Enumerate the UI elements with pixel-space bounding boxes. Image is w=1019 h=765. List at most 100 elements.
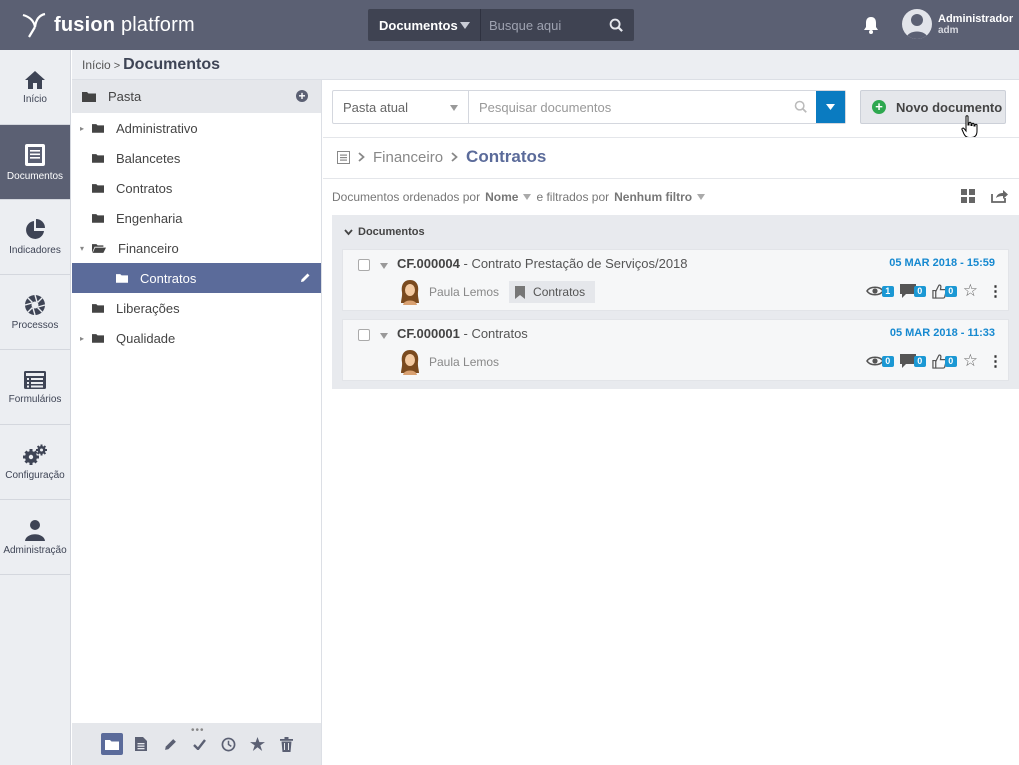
document-row[interactable]: CF.000001 - Contratos 05 MAR 2018 - 11:3… [342, 319, 1009, 381]
document-author: Paula Lemos [399, 349, 499, 375]
nav-label: Formulários [8, 393, 62, 405]
nav-label: Documentos [6, 170, 64, 182]
document-expand-icon[interactable] [380, 333, 388, 339]
expand-arrow-icon[interactable]: ▸ [80, 124, 90, 133]
grid-view-icon[interactable] [961, 189, 975, 203]
user-name: Administrador [938, 12, 1014, 25]
pencil-icon [164, 738, 176, 750]
document-checkbox[interactable] [358, 259, 370, 271]
recent-view-button[interactable] [217, 733, 239, 755]
view-toolbar [961, 189, 1009, 203]
nav-configuracao[interactable]: Configuração [0, 425, 70, 500]
document-tag[interactable]: Contratos [509, 281, 596, 303]
nav-documentos[interactable]: Documentos [0, 125, 70, 200]
trash-view-button[interactable] [275, 733, 297, 755]
admin-user-icon [25, 519, 45, 541]
nav-formularios[interactable]: Formulários [0, 350, 70, 425]
document-actions: 0 0 0 ☆ ⋮ [865, 352, 1003, 369]
folder-item-engenharia[interactable]: Engenharia [72, 203, 321, 233]
folder-icon [82, 92, 96, 102]
list-view-icon[interactable] [337, 150, 350, 164]
folder-item-administrativo[interactable]: ▸ Administrativo [72, 113, 321, 143]
advanced-search-dropdown-button[interactable] [816, 91, 845, 123]
search-type-select[interactable]: Documentos [368, 9, 481, 41]
document-title[interactable]: CF.000001 - Contratos [397, 326, 528, 341]
document-row[interactable]: CF.000004 - Contrato Prestação de Serviç… [342, 249, 1009, 311]
folder-label: Contratos [140, 270, 197, 286]
breadcrumb: Início > Documentos [72, 50, 1019, 80]
chevron-down-icon [460, 22, 470, 29]
share-export-icon[interactable] [991, 189, 1009, 203]
search-icon[interactable] [794, 100, 808, 117]
breadcrumb-home-link[interactable]: Início [82, 58, 111, 72]
document-checkbox[interactable] [358, 329, 370, 341]
folders-view-button[interactable] [101, 733, 123, 755]
global-search-input[interactable]: Busque aqui [481, 9, 598, 41]
nav-inicio[interactable]: Início [0, 50, 70, 125]
app-logo[interactable]: fusion platform [20, 10, 195, 40]
folder-item-balancetes[interactable]: Balancetes [72, 143, 321, 173]
folder-label: Balancetes [116, 150, 181, 166]
add-folder-icon[interactable]: + [296, 90, 308, 102]
favorites-view-button[interactable] [246, 733, 268, 755]
resize-grip-icon[interactable]: ••• [191, 725, 205, 736]
likes-counter[interactable]: 0 [932, 283, 957, 299]
author-name: Paula Lemos [429, 355, 500, 369]
nav-label: Administração [3, 544, 67, 556]
comments-counter[interactable]: 0 [899, 354, 926, 368]
search-scope-select[interactable]: Pasta atual [333, 91, 469, 123]
folder-label: Contratos [116, 180, 173, 196]
likes-counter[interactable]: 0 [932, 353, 957, 369]
document-expand-icon[interactable] [380, 263, 388, 269]
search-icon[interactable] [598, 9, 634, 41]
folder-item-contratos-selected[interactable]: Contratos [72, 263, 321, 293]
divider [323, 178, 1019, 179]
favorite-star-icon[interactable]: ☆ [963, 282, 978, 299]
views-counter[interactable]: 0 [865, 355, 894, 367]
approved-view-button[interactable] [188, 733, 210, 755]
path-parent-link[interactable]: Financeiro [373, 149, 443, 166]
edit-folder-pencil-icon[interactable] [299, 272, 311, 287]
top-bar: fusion platform Documentos Busque aqui A… [0, 0, 1019, 50]
documents-group-header[interactable]: Documentos [344, 226, 425, 238]
chevron-down-icon[interactable] [697, 194, 706, 200]
expand-arrow-icon[interactable]: ▸ [80, 334, 90, 343]
nav-administracao[interactable]: Administração [0, 500, 70, 575]
new-document-button[interactable]: + Novo documento [860, 90, 1006, 124]
edit-view-button[interactable] [159, 733, 181, 755]
nav-label: Processos [11, 319, 59, 331]
user-menu[interactable]: Administrador adm [902, 9, 1013, 39]
more-options-icon[interactable]: ⋮ [988, 354, 1003, 369]
collapse-arrow-icon[interactable]: ▾ [80, 244, 90, 253]
folder-path: Financeiro Contratos [337, 147, 546, 167]
views-counter[interactable]: 1 [865, 285, 894, 297]
folder-icon [92, 123, 106, 133]
author-avatar [401, 280, 419, 305]
chevron-down-icon[interactable] [523, 194, 532, 200]
more-options-icon[interactable]: ⋮ [988, 284, 1003, 299]
nav-indicadores[interactable]: Indicadores [0, 200, 70, 275]
clock-icon [221, 737, 235, 751]
pie-chart-icon [26, 218, 45, 239]
folder-icon [105, 739, 119, 750]
folder-icon [92, 153, 106, 163]
sort-field-select[interactable]: Nome [485, 190, 518, 204]
folder-item-contratos[interactable]: Contratos [72, 173, 321, 203]
folder-item-qualidade[interactable]: ▸ Qualidade [72, 323, 321, 353]
notifications-bell-icon[interactable] [862, 15, 880, 38]
nav-processos[interactable]: Processos [0, 275, 70, 350]
folder-label: Financeiro [118, 240, 179, 256]
filter-prefix-text: e filtrados por [536, 190, 610, 204]
filter-select[interactable]: Nenhum filtro [614, 190, 692, 204]
document-search-input[interactable]: Pesquisar documentos [469, 91, 816, 123]
folder-item-liberacoes[interactable]: Liberações [72, 293, 321, 323]
bookmark-icon [515, 285, 526, 299]
file-icon [135, 737, 147, 751]
documents-view-button[interactable] [130, 733, 152, 755]
documents-main-panel: Pasta atual Pesquisar documentos + Novo … [323, 80, 1019, 765]
comments-counter[interactable]: 0 [899, 284, 926, 298]
global-search: Documentos Busque aqui [368, 9, 634, 41]
document-title[interactable]: CF.000004 - Contrato Prestação de Serviç… [397, 256, 688, 271]
favorite-star-icon[interactable]: ☆ [963, 352, 978, 369]
folder-item-financeiro[interactable]: ▾ Financeiro [72, 233, 321, 263]
